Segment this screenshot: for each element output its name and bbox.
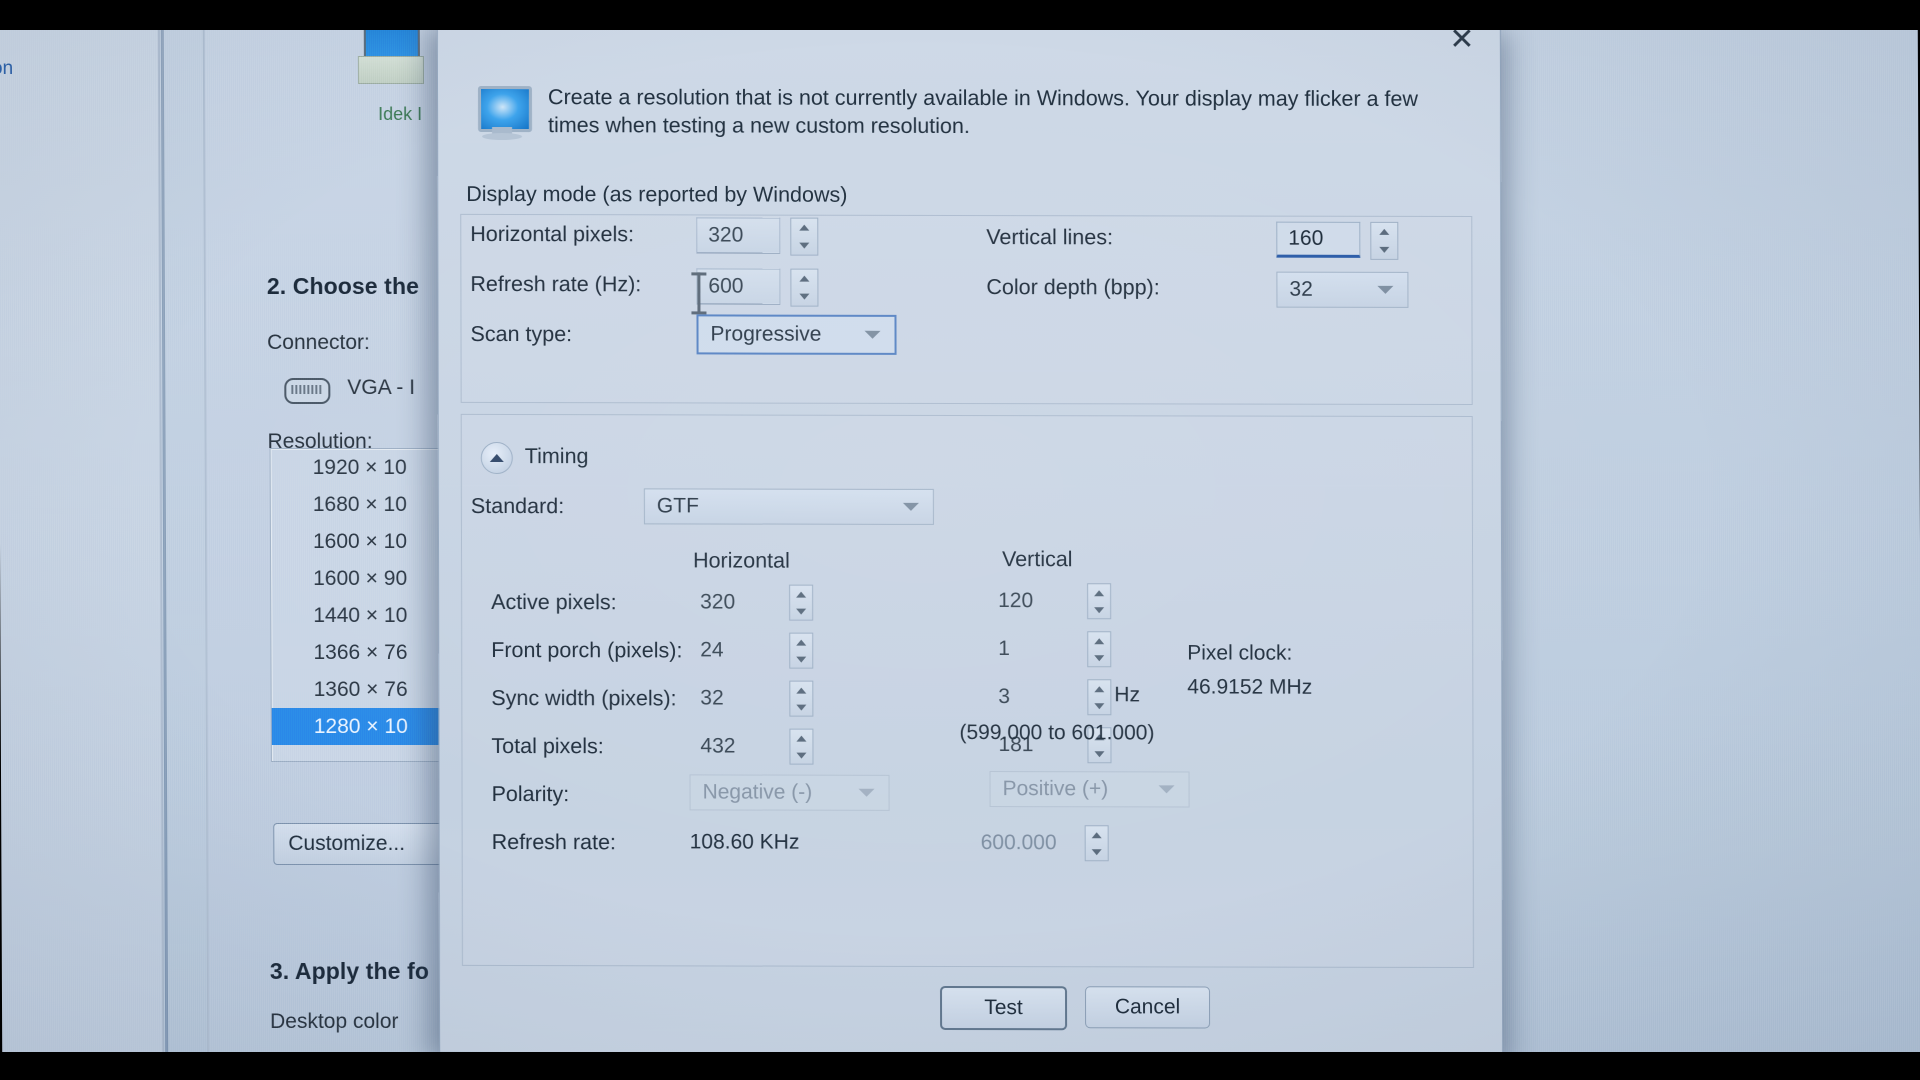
refresh-rate-input[interactable]: 600 [696,268,781,305]
collapse-triangle-icon[interactable] [480,441,513,475]
horizontal-pixels-input[interactable]: 320 [696,217,781,254]
vga-connector-icon [284,378,331,405]
color-depth-select[interactable]: 32 [1276,271,1409,308]
vertical-timing-spin-arrows[interactable] [1087,679,1112,716]
color-depth-value: 32 [1289,277,1313,301]
letterbox-top [0,0,1920,30]
vertical-refresh-rate-stepper[interactable]: 600.000 [970,825,1109,862]
horizontal-refresh-rate-value: 108.60 KHz [689,830,800,854]
timing-row-label: Polarity: [491,781,570,807]
vertical-timing-stepper[interactable]: 1 [987,631,1112,668]
test-button[interactable]: Test [940,985,1068,1031]
refresh-range-text: (599.000 to 601.000) [959,720,1155,745]
scan-type-select[interactable]: Progressive [696,314,897,355]
timing-row-label: Total pixels: [491,733,604,759]
text-cursor-icon [697,272,701,315]
vertical-timing-input[interactable]: 1 [987,631,1077,667]
screenshot-root: on Idek I 2. Choose the Connector: VGA -… [0,0,1920,1080]
refresh-rate-label: Refresh rate (Hz): [470,271,642,297]
vertical-timing-input[interactable]: 120 [987,583,1077,619]
timing-section-title: Timing [524,444,589,469]
scan-type-label: Scan type: [470,321,573,347]
column-header-vertical: Vertical [1002,547,1073,572]
refresh-rate-stepper[interactable]: 600 [696,268,819,307]
horizontal-timing-input[interactable]: 32 [689,680,779,716]
refresh-rate-spin-arrows[interactable] [790,268,819,307]
chevron-down-icon [902,502,919,511]
monitor-base-icon [357,56,425,85]
cancel-button[interactable]: Cancel [1085,986,1211,1029]
vertical-lines-spin-arrows[interactable] [1370,221,1399,260]
display-mode-group-title: Display mode (as reported by Windows) [466,181,848,207]
horizontal-pixels-spin-arrows[interactable] [790,217,819,256]
refresh-unit-label: Hz [1114,683,1141,707]
horizontal-timing-input[interactable]: 320 [689,584,779,620]
horizontal-timing-spin-arrows[interactable] [789,584,814,621]
timing-row-label: Refresh rate: [491,829,616,855]
standard-value: GTF [656,494,699,518]
scan-type-value: Progressive [710,322,822,346]
custom-resolution-dialog: ✕ Create a resolution that is not curren… [436,20,1504,1056]
vertical-timing-input[interactable]: 3 [987,679,1077,715]
chevron-down-icon [1158,785,1175,794]
vertical-refresh-rate-spin-arrows[interactable] [1084,825,1109,862]
horizontal-pixels-label: Horizontal pixels: [470,221,635,247]
vertical-refresh-rate-input[interactable]: 600.000 [970,825,1075,861]
vertical-polarity-select[interactable]: Positive (+) [989,771,1190,808]
timing-row-label: Front porch (pixels): [491,637,683,663]
horizontal-timing-input[interactable]: 24 [689,632,779,668]
monitor-icon [474,84,533,141]
nav-link-truncated[interactable]: on [0,58,13,80]
horizontal-timing-spin-arrows[interactable] [789,728,814,765]
vertical-timing-stepper[interactable]: 120 [987,583,1112,620]
vertical-polarity-value: Positive (+) [1002,777,1109,801]
connector-label: Connector: [267,331,370,355]
horizontal-timing-stepper[interactable]: 24 [689,632,814,669]
column-header-horizontal: Horizontal [693,548,790,573]
chevron-down-icon [864,330,881,339]
horizontal-timing-spin-arrows[interactable] [789,680,814,717]
timing-row-label: Sync width (pixels): [491,685,677,711]
horizontal-timing-stepper[interactable]: 320 [689,584,814,621]
pixel-clock-value: 46.9152 MHz [1187,675,1313,699]
monitor-icon-foot [482,132,523,141]
horizontal-timing-input[interactable]: 432 [689,728,779,764]
standard-label: Standard: [470,493,565,519]
vertical-timing-spin-arrows[interactable] [1087,631,1112,668]
step-3-heading: 3. Apply the fo [269,957,430,984]
chevron-down-icon [1377,285,1394,294]
horizontal-timing-stepper[interactable]: 32 [689,680,814,717]
horizontal-timing-spin-arrows[interactable] [789,632,814,669]
timing-row-label: Active pixels: [491,589,617,615]
dialog-description: Create a resolution that is not currentl… [547,85,1419,138]
desktop-color-label: Desktop color [270,1009,399,1033]
vertical-timing-stepper[interactable]: 3 [987,679,1112,716]
horizontal-timing-stepper[interactable]: 432 [689,728,814,765]
photographed-screen: on Idek I 2. Choose the Connector: VGA -… [0,8,1920,1056]
standard-select[interactable]: GTF [643,488,934,525]
chevron-down-icon [858,788,875,797]
horizontal-polarity-value: Negative (-) [702,780,813,804]
color-depth-label: Color depth (bpp): [986,275,1160,300]
customize-button[interactable]: Customize... [273,822,449,865]
vertical-lines-label: Vertical lines: [986,225,1114,250]
pixel-clock-label: Pixel clock: [1187,641,1293,665]
left-nav-strip [0,28,165,1054]
vertical-lines-stepper[interactable]: 160 [1276,221,1399,260]
connector-value: VGA - I [347,376,416,400]
step-2-heading: 2. Choose the [266,273,420,300]
vertical-lines-input[interactable]: 160 [1276,221,1361,258]
horizontal-pixels-stepper[interactable]: 320 [696,217,819,256]
monitor-icon-screen [477,85,533,133]
vertical-timing-spin-arrows[interactable] [1087,583,1112,620]
horizontal-polarity-select[interactable]: Negative (-) [689,774,890,811]
letterbox-bottom [0,1052,1920,1080]
